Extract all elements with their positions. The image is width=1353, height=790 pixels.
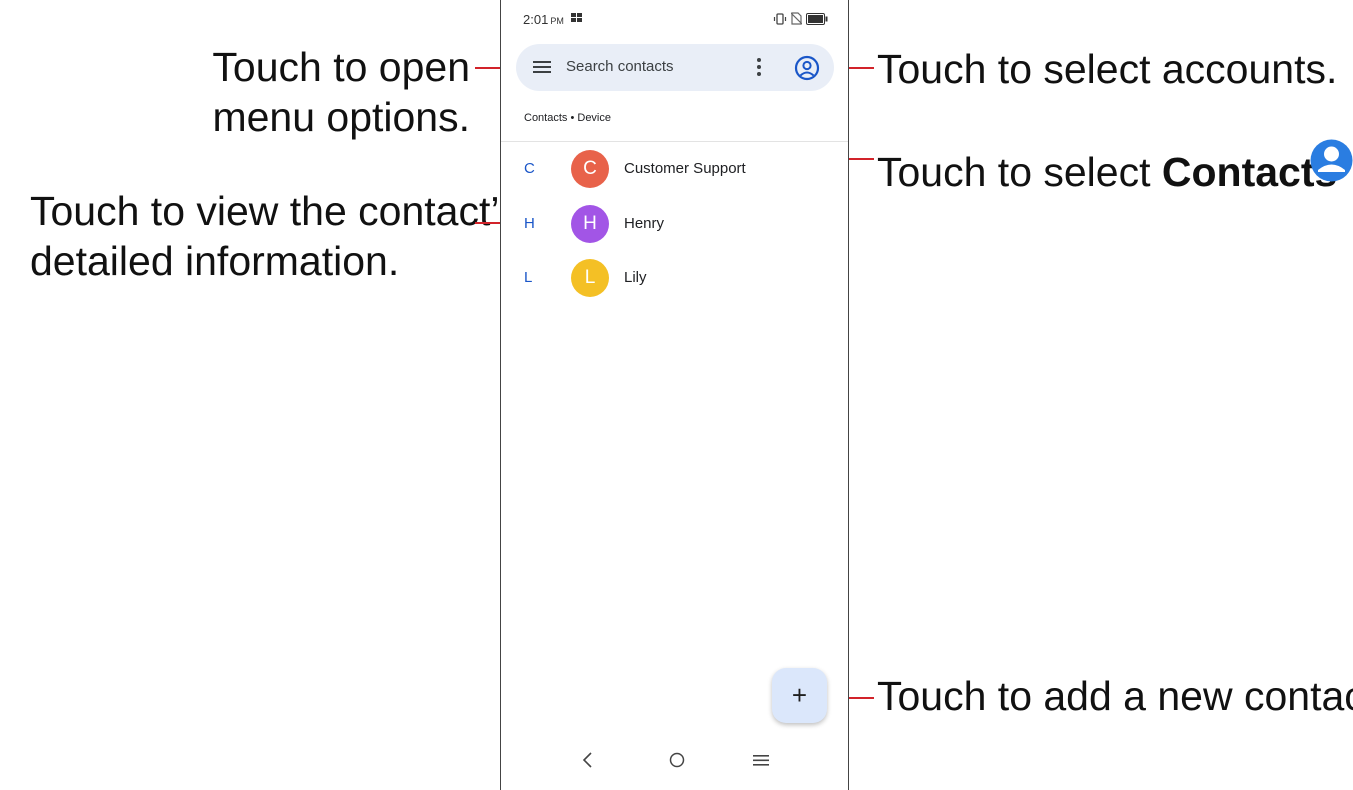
contact-row-customer-support[interactable]: C C Customer Support <box>501 148 848 202</box>
back-icon[interactable] <box>581 750 595 770</box>
account-icon[interactable] <box>794 55 820 81</box>
status-time: 2:01 PM <box>523 12 564 27</box>
contact-row-henry[interactable]: H H Henry <box>501 203 848 257</box>
avatar-initial: C <box>583 158 597 179</box>
battery-icon <box>806 12 828 25</box>
vibrate-icon <box>773 12 787 25</box>
divider <box>501 141 848 142</box>
contact-name: Lily <box>624 269 647 286</box>
navigation-bar <box>501 748 848 778</box>
status-icons <box>773 12 828 25</box>
contacts-app-icon <box>1310 139 1353 182</box>
callout-open-menu: Touch to open menu options. <box>212 42 470 142</box>
menu-icon[interactable] <box>533 59 551 75</box>
avatar: H <box>571 205 609 243</box>
recents-icon[interactable] <box>752 750 770 770</box>
callout-add-contact-text: Touch to add a new contact. <box>877 673 1353 719</box>
callout-view-contact: Touch to view the contact’s detailed inf… <box>30 186 519 286</box>
callout-select-accounts: Touch to select accounts. <box>877 44 1337 94</box>
index-letter: C <box>524 160 535 177</box>
contact-row-lily[interactable]: L L Lily <box>501 257 848 311</box>
contacts-source-label[interactable]: Contacts • Device <box>524 112 611 124</box>
add-contact-button[interactable]: + <box>772 668 827 723</box>
avatar: L <box>571 259 609 297</box>
status-ampm: PM <box>550 16 564 26</box>
callout-open-menu-line2: menu options. <box>212 94 470 140</box>
callout-open-menu-line1: Touch to open <box>212 44 470 90</box>
search-bar[interactable]: Search contacts <box>516 44 834 91</box>
phone-screen: 2:01 PM Search contacts Contacts • Devic… <box>500 0 849 790</box>
avatar-initial: L <box>584 267 596 288</box>
callout-select-contacts: Touch to select Contacts <box>877 147 1337 197</box>
status-bar: 2:01 PM <box>501 8 848 32</box>
avatar-initial: H <box>583 213 597 234</box>
callout-select-accounts-text: Touch to select accounts. <box>877 46 1338 92</box>
status-clock: 2:01 <box>523 12 549 27</box>
notification-icon <box>571 13 582 22</box>
plus-icon: + <box>791 680 808 710</box>
avatar: C <box>571 150 609 188</box>
contact-name: Customer Support <box>624 160 746 177</box>
callout-select-contacts-prefix: Touch to select <box>877 149 1162 195</box>
index-letter: H <box>524 215 535 232</box>
home-icon[interactable] <box>667 750 687 770</box>
callout-add-contact: Touch to add a new contact. <box>877 671 1353 721</box>
index-letter: L <box>524 269 533 286</box>
no-sim-icon <box>791 12 802 25</box>
search-input[interactable]: Search contacts <box>566 58 674 75</box>
contact-name: Henry <box>624 215 665 232</box>
more-options-icon[interactable] <box>752 56 766 78</box>
callout-view-contact-line1: Touch to view the contact’s <box>30 188 520 234</box>
callout-view-contact-line2: detailed information. <box>30 238 400 284</box>
